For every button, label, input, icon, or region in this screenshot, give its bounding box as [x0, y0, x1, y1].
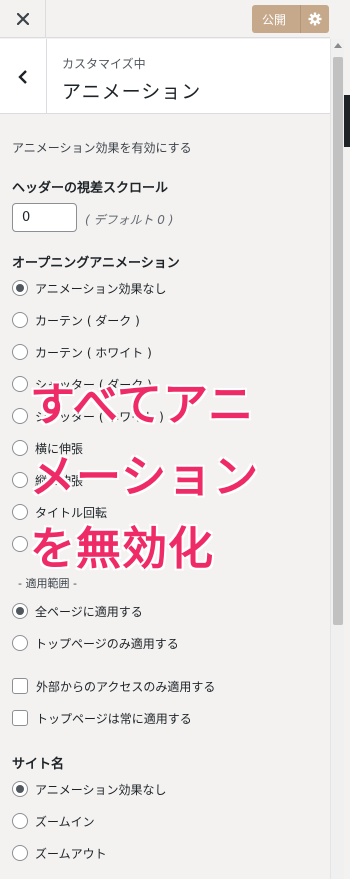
opening-option-none[interactable]: アニメーション効果なし [12, 277, 167, 299]
radio-button[interactable] [12, 376, 28, 392]
opening-animation-title: オープニングアニメーション [12, 256, 180, 271]
radio-button[interactable] [12, 408, 28, 424]
background-preview-edge [344, 95, 350, 147]
overlay-caption-line-1: すべてアニ [30, 378, 255, 431]
site-name-option-zoom-in[interactable]: ズームイン [12, 810, 95, 832]
publish-label: 公開 [262, 12, 287, 27]
scope-option-all-pages[interactable]: 全ページに適用する [12, 600, 143, 622]
section-header: カスタマイズ中 アニメーション [0, 39, 330, 114]
option-label: ズームイン [35, 814, 95, 829]
close-icon [16, 13, 29, 25]
radio-button[interactable] [12, 344, 28, 360]
checkbox-label: トップページは常に適用する [36, 711, 192, 726]
radio-button[interactable] [12, 312, 28, 328]
option-label: アニメーション効果なし [35, 782, 167, 797]
site-name-option-none[interactable]: アニメーション効果なし [12, 778, 167, 800]
publish-settings-button[interactable] [300, 5, 329, 33]
gear-icon [308, 12, 322, 26]
option-label: アニメーション効果なし [35, 281, 167, 296]
close-button[interactable] [0, 0, 46, 38]
scrollbar[interactable] [330, 39, 344, 879]
radio-button[interactable] [12, 635, 28, 651]
chevron-left-icon [18, 69, 27, 84]
page-title: アニメーション [62, 81, 202, 103]
scope-option-top-page-only[interactable]: トップページのみ適用する [12, 632, 179, 654]
overlay-caption-line-2: メーション [30, 450, 260, 503]
header-parallax-title: ヘッダーの視差スクロール [12, 181, 169, 196]
radio-button[interactable] [12, 472, 28, 488]
radio-button[interactable] [12, 781, 28, 797]
scroll-up-arrow-icon[interactable] [334, 43, 342, 48]
customizer-topbar: 公開 [0, 0, 330, 38]
radio-button[interactable] [12, 603, 28, 619]
radio-button[interactable] [12, 504, 28, 520]
scroll-thumb[interactable] [333, 57, 343, 625]
radio-button[interactable] [12, 813, 28, 829]
option-label: 全ページに適用する [35, 604, 143, 619]
radio-button[interactable] [12, 280, 28, 296]
site-name-title: サイト名 [12, 757, 65, 772]
overlay-caption-line-3: を無効化 [30, 522, 215, 575]
enable-animation-text: アニメーション効果を有効にする [12, 141, 192, 155]
option-label: カーテン ( ダーク ) [35, 313, 140, 328]
radio-button[interactable] [12, 536, 28, 552]
opening-option-curtain-white[interactable]: カーテン ( ホワイト ) [12, 341, 152, 363]
radio-button[interactable] [12, 845, 28, 861]
checkbox[interactable] [12, 710, 28, 726]
external-access-only-checkbox[interactable]: 外部からのアクセスのみ適用する [12, 675, 215, 697]
parallax-number-input[interactable]: 0 [12, 203, 77, 232]
option-label: カーテン ( ホワイト ) [35, 345, 152, 360]
radio-button[interactable] [12, 440, 28, 456]
parallax-default-note: ( デフォルト 0 ) [85, 213, 174, 227]
opening-option-curtain-dark[interactable]: カーテン ( ダーク ) [12, 309, 140, 331]
scope-label: - 適用範囲 - [18, 577, 77, 590]
option-label: トップページのみ適用する [35, 636, 179, 651]
back-button[interactable] [0, 39, 47, 114]
breadcrumb: カスタマイズ中 [62, 57, 146, 71]
option-label: ズームアウト [35, 846, 107, 861]
checkbox[interactable] [12, 678, 28, 694]
publish-button[interactable]: 公開 [252, 5, 329, 33]
checkbox-label: 外部からのアクセスのみ適用する [36, 679, 216, 694]
site-name-option-zoom-out[interactable]: ズームアウト [12, 842, 107, 864]
always-apply-top-page-checkbox[interactable]: トップページは常に適用する [12, 707, 192, 729]
